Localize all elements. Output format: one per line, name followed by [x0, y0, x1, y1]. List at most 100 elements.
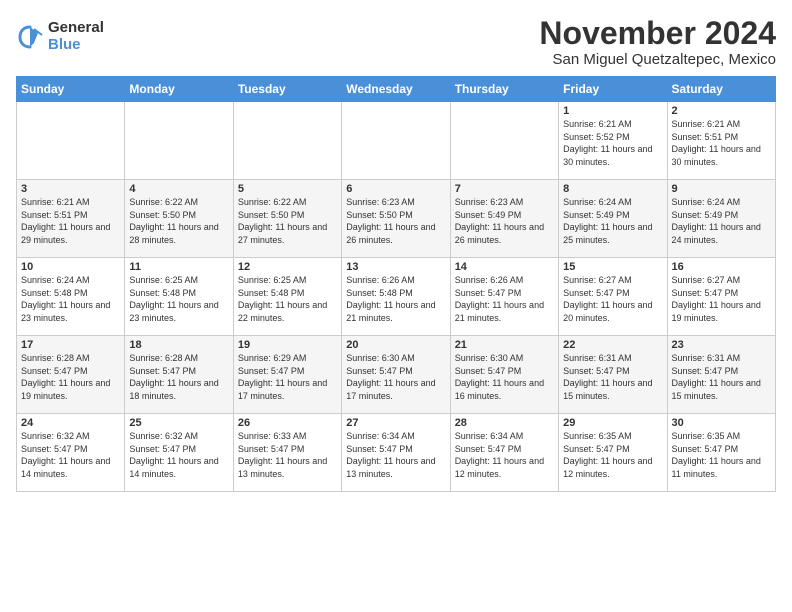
calendar-cell: 29Sunrise: 6:35 AM Sunset: 5:47 PM Dayli… [559, 414, 667, 492]
calendar-cell [125, 102, 233, 180]
day-number: 15 [563, 261, 662, 273]
week-row-3: 10Sunrise: 6:24 AM Sunset: 5:48 PM Dayli… [17, 258, 776, 336]
day-number: 9 [672, 183, 771, 195]
month-title: November 2024 [539, 16, 776, 51]
calendar-cell: 21Sunrise: 6:30 AM Sunset: 5:47 PM Dayli… [450, 336, 558, 414]
day-number: 2 [672, 105, 771, 117]
week-row-4: 17Sunrise: 6:28 AM Sunset: 5:47 PM Dayli… [17, 336, 776, 414]
logo: General Blue [16, 20, 104, 53]
header: General Blue November 2024 San Miguel Qu… [16, 16, 776, 68]
calendar-cell: 16Sunrise: 6:27 AM Sunset: 5:47 PM Dayli… [667, 258, 775, 336]
day-info: Sunrise: 6:25 AM Sunset: 5:48 PM Dayligh… [129, 274, 228, 324]
day-number: 22 [563, 339, 662, 351]
day-number: 28 [455, 417, 554, 429]
day-info: Sunrise: 6:24 AM Sunset: 5:48 PM Dayligh… [21, 274, 120, 324]
day-info: Sunrise: 6:23 AM Sunset: 5:50 PM Dayligh… [346, 196, 445, 246]
day-number: 7 [455, 183, 554, 195]
calendar-cell [450, 102, 558, 180]
day-info: Sunrise: 6:21 AM Sunset: 5:51 PM Dayligh… [672, 118, 771, 168]
day-number: 1 [563, 105, 662, 117]
calendar-cell: 30Sunrise: 6:35 AM Sunset: 5:47 PM Dayli… [667, 414, 775, 492]
title-block: November 2024 San Miguel Quetzaltepec, M… [539, 16, 776, 68]
day-info: Sunrise: 6:35 AM Sunset: 5:47 PM Dayligh… [563, 430, 662, 480]
day-info: Sunrise: 6:34 AM Sunset: 5:47 PM Dayligh… [455, 430, 554, 480]
calendar-cell: 3Sunrise: 6:21 AM Sunset: 5:51 PM Daylig… [17, 180, 125, 258]
day-info: Sunrise: 6:23 AM Sunset: 5:49 PM Dayligh… [455, 196, 554, 246]
calendar-cell: 22Sunrise: 6:31 AM Sunset: 5:47 PM Dayli… [559, 336, 667, 414]
logo-general-text: General [48, 20, 104, 37]
calendar-cell [17, 102, 125, 180]
header-sunday: Sunday [17, 77, 125, 102]
calendar-cell: 23Sunrise: 6:31 AM Sunset: 5:47 PM Dayli… [667, 336, 775, 414]
calendar-cell: 15Sunrise: 6:27 AM Sunset: 5:47 PM Dayli… [559, 258, 667, 336]
calendar-cell: 11Sunrise: 6:25 AM Sunset: 5:48 PM Dayli… [125, 258, 233, 336]
day-info: Sunrise: 6:25 AM Sunset: 5:48 PM Dayligh… [238, 274, 337, 324]
logo-blue-text: Blue [48, 37, 104, 54]
day-number: 25 [129, 417, 228, 429]
week-row-1: 1Sunrise: 6:21 AM Sunset: 5:52 PM Daylig… [17, 102, 776, 180]
header-friday: Friday [559, 77, 667, 102]
header-tuesday: Tuesday [233, 77, 341, 102]
day-info: Sunrise: 6:31 AM Sunset: 5:47 PM Dayligh… [672, 352, 771, 402]
day-number: 23 [672, 339, 771, 351]
logo-icon [16, 23, 44, 51]
day-info: Sunrise: 6:35 AM Sunset: 5:47 PM Dayligh… [672, 430, 771, 480]
calendar-cell: 8Sunrise: 6:24 AM Sunset: 5:49 PM Daylig… [559, 180, 667, 258]
day-number: 24 [21, 417, 120, 429]
day-number: 18 [129, 339, 228, 351]
calendar-cell: 14Sunrise: 6:26 AM Sunset: 5:47 PM Dayli… [450, 258, 558, 336]
calendar-cell: 19Sunrise: 6:29 AM Sunset: 5:47 PM Dayli… [233, 336, 341, 414]
day-info: Sunrise: 6:31 AM Sunset: 5:47 PM Dayligh… [563, 352, 662, 402]
day-info: Sunrise: 6:22 AM Sunset: 5:50 PM Dayligh… [238, 196, 337, 246]
day-info: Sunrise: 6:30 AM Sunset: 5:47 PM Dayligh… [346, 352, 445, 402]
day-number: 21 [455, 339, 554, 351]
week-row-2: 3Sunrise: 6:21 AM Sunset: 5:51 PM Daylig… [17, 180, 776, 258]
calendar-cell: 25Sunrise: 6:32 AM Sunset: 5:47 PM Dayli… [125, 414, 233, 492]
calendar-cell: 18Sunrise: 6:28 AM Sunset: 5:47 PM Dayli… [125, 336, 233, 414]
calendar-cell: 10Sunrise: 6:24 AM Sunset: 5:48 PM Dayli… [17, 258, 125, 336]
day-number: 17 [21, 339, 120, 351]
location-title: San Miguel Quetzaltepec, Mexico [539, 51, 776, 68]
calendar-cell: 5Sunrise: 6:22 AM Sunset: 5:50 PM Daylig… [233, 180, 341, 258]
day-number: 26 [238, 417, 337, 429]
day-info: Sunrise: 6:29 AM Sunset: 5:47 PM Dayligh… [238, 352, 337, 402]
calendar-cell: 28Sunrise: 6:34 AM Sunset: 5:47 PM Dayli… [450, 414, 558, 492]
day-info: Sunrise: 6:24 AM Sunset: 5:49 PM Dayligh… [672, 196, 771, 246]
calendar-cell [233, 102, 341, 180]
header-saturday: Saturday [667, 77, 775, 102]
page: General Blue November 2024 San Miguel Qu… [0, 0, 792, 612]
logo-text: General Blue [48, 20, 104, 53]
calendar-cell: 13Sunrise: 6:26 AM Sunset: 5:48 PM Dayli… [342, 258, 450, 336]
day-info: Sunrise: 6:26 AM Sunset: 5:47 PM Dayligh… [455, 274, 554, 324]
calendar-cell [342, 102, 450, 180]
day-info: Sunrise: 6:26 AM Sunset: 5:48 PM Dayligh… [346, 274, 445, 324]
calendar-cell: 17Sunrise: 6:28 AM Sunset: 5:47 PM Dayli… [17, 336, 125, 414]
day-number: 8 [563, 183, 662, 195]
calendar-cell: 2Sunrise: 6:21 AM Sunset: 5:51 PM Daylig… [667, 102, 775, 180]
header-thursday: Thursday [450, 77, 558, 102]
day-number: 12 [238, 261, 337, 273]
day-number: 20 [346, 339, 445, 351]
day-number: 3 [21, 183, 120, 195]
header-wednesday: Wednesday [342, 77, 450, 102]
day-info: Sunrise: 6:28 AM Sunset: 5:47 PM Dayligh… [129, 352, 228, 402]
day-number: 10 [21, 261, 120, 273]
day-number: 6 [346, 183, 445, 195]
day-info: Sunrise: 6:32 AM Sunset: 5:47 PM Dayligh… [21, 430, 120, 480]
day-number: 11 [129, 261, 228, 273]
calendar-cell: 6Sunrise: 6:23 AM Sunset: 5:50 PM Daylig… [342, 180, 450, 258]
week-row-5: 24Sunrise: 6:32 AM Sunset: 5:47 PM Dayli… [17, 414, 776, 492]
day-info: Sunrise: 6:21 AM Sunset: 5:52 PM Dayligh… [563, 118, 662, 168]
day-number: 29 [563, 417, 662, 429]
day-info: Sunrise: 6:27 AM Sunset: 5:47 PM Dayligh… [563, 274, 662, 324]
day-number: 30 [672, 417, 771, 429]
day-info: Sunrise: 6:28 AM Sunset: 5:47 PM Dayligh… [21, 352, 120, 402]
calendar: Sunday Monday Tuesday Wednesday Thursday… [16, 76, 776, 492]
day-number: 5 [238, 183, 337, 195]
day-info: Sunrise: 6:33 AM Sunset: 5:47 PM Dayligh… [238, 430, 337, 480]
calendar-cell: 20Sunrise: 6:30 AM Sunset: 5:47 PM Dayli… [342, 336, 450, 414]
day-number: 4 [129, 183, 228, 195]
day-info: Sunrise: 6:27 AM Sunset: 5:47 PM Dayligh… [672, 274, 771, 324]
calendar-cell: 27Sunrise: 6:34 AM Sunset: 5:47 PM Dayli… [342, 414, 450, 492]
day-info: Sunrise: 6:34 AM Sunset: 5:47 PM Dayligh… [346, 430, 445, 480]
